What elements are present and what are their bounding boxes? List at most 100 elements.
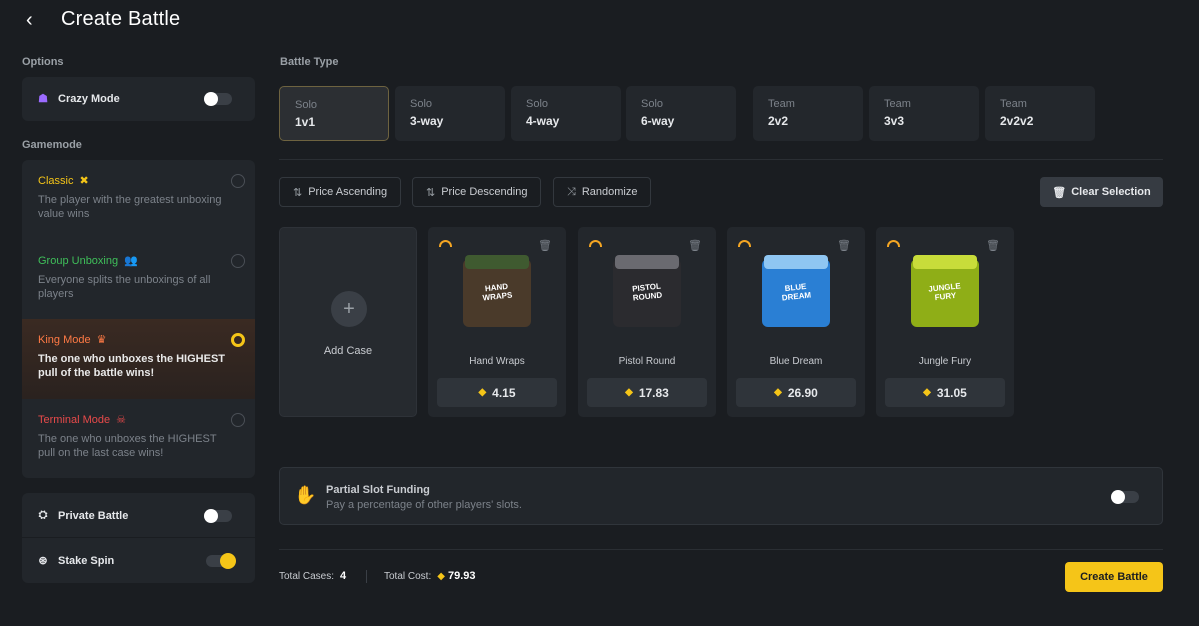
randomize-button[interactable]: ⤨ Randomize [553, 177, 652, 207]
users-icon: 👥 [124, 255, 138, 267]
extras-panel: ⛭ Private Battle ⊛ Stake Spin [22, 493, 255, 583]
gamemode-king-mode[interactable]: King Mode ♛ The one who unboxes the HIGHE… [22, 319, 255, 399]
funding-hand-icon: ✋ [294, 485, 317, 505]
radio-button[interactable] [231, 174, 245, 188]
gamemode-list: Classic ✖ The player with the greatest un… [22, 160, 255, 478]
battle-type-main: 2v2 [768, 114, 789, 128]
gamemode-group-unboxing[interactable]: Group Unboxing 👥 Everyone splits the unbo… [22, 240, 255, 319]
radio-button[interactable] [231, 333, 245, 347]
clear-selection-label: Clear Selection [1071, 186, 1151, 198]
add-case-label: Add Case [323, 345, 373, 357]
add-case-button[interactable]: + Add Case [279, 227, 417, 417]
risk-gauge-icon [738, 240, 751, 247]
total-cases: Total Cases: 4 [279, 570, 346, 582]
case-card[interactable]: 🗑 JUNGLE FURY Jungle Fury ◆ 31.05 [876, 227, 1014, 417]
battle-type-sub: Team [884, 98, 911, 110]
battle-type-team-2v2v2[interactable]: Team 2v2v2 [985, 86, 1095, 141]
case-image: JUNGLE FURY [911, 255, 979, 327]
gamemode-classic[interactable]: Classic ✖ The player with the greatest un… [22, 160, 255, 240]
crazy-mode-row: ☗ Crazy Mode [22, 77, 255, 121]
trash-icon[interactable]: 🗑 [986, 239, 1000, 252]
gem-icon: ◆ [437, 570, 445, 582]
case-card[interactable]: 🗑 HAND WRAPS Hand Wraps ◆ 4.15 [428, 227, 566, 417]
case-price: ◆ 31.05 [885, 378, 1005, 407]
radio-button[interactable] [231, 413, 245, 427]
gamemode-name: Group Unboxing [38, 254, 119, 267]
case-price: ◆ 26.90 [736, 378, 856, 407]
divider [279, 549, 1163, 550]
battle-type-solo-4way[interactable]: Solo 4-way [511, 86, 621, 141]
back-icon[interactable]: ‹ [26, 8, 46, 32]
gamemode-name: Classic [38, 174, 74, 187]
battle-type-sub: Team [1000, 98, 1027, 110]
partial-slot-toggle[interactable] [1111, 490, 1139, 504]
trash-icon: 🗑 [1052, 186, 1067, 199]
crazy-mode-toggle[interactable] [204, 92, 232, 106]
crazy-mode-icon: ☗ [38, 93, 48, 105]
plus-icon: + [331, 291, 367, 327]
price-descending-button[interactable]: ⇅ Price Descending [412, 177, 542, 207]
stake-spin-label: Stake Spin [58, 554, 115, 567]
case-image-label: HAND WRAPS [482, 281, 513, 303]
risk-gauge-icon [589, 240, 602, 247]
case-price-value: 17.83 [638, 385, 669, 400]
skull-icon: ☠ [116, 414, 127, 426]
battle-type-sub: Solo [641, 98, 664, 110]
trash-icon[interactable]: 🗑 [538, 239, 552, 252]
gamemode-desc: The one who unboxes the HIGHEST pull on … [38, 433, 217, 459]
price-ascending-button[interactable]: ⇅ Price Ascending [279, 177, 402, 207]
battle-type-main: 2v2v2 [1000, 114, 1034, 128]
case-price-value: 31.05 [936, 385, 967, 400]
partial-slot-desc: Pay a percentage of other players' slots… [326, 499, 522, 511]
crown-icon: ♛ [96, 334, 107, 346]
randomize-label: Randomize [581, 186, 638, 198]
case-image: PISTOL ROUND [613, 255, 681, 327]
case-card[interactable]: 🗑 BLUE DREAM Blue Dream ◆ 26.90 [727, 227, 865, 417]
create-battle-button[interactable]: Create Battle [1065, 562, 1163, 592]
battle-type-solo-6way[interactable]: Solo 6-way [626, 86, 736, 141]
total-cost: Total Cost: ◆ 79.93 [384, 570, 475, 582]
battle-type-label: Battle Type [280, 56, 339, 68]
battle-type-main: 3-way [410, 114, 444, 128]
private-battle-label: Private Battle [58, 509, 129, 522]
partial-slot-title: Partial Slot Funding [326, 484, 430, 496]
gamemode-name: Terminal Mode [38, 413, 111, 426]
shuffle-icon: ⤨ [567, 185, 576, 198]
price-ascending-label: Price Ascending [308, 186, 388, 198]
battle-type-team-3v3[interactable]: Team 3v3 [869, 86, 979, 141]
crazy-mode-label: Crazy Mode [58, 92, 120, 105]
crossed-swords-icon: ✖ [79, 175, 89, 187]
partial-slot-funding-panel: ✋ Partial Slot Funding Pay a percentage … [279, 467, 1163, 525]
case-price-value: 26.90 [787, 385, 818, 400]
trash-icon[interactable]: 🗑 [837, 239, 851, 252]
private-battle-toggle[interactable] [204, 509, 232, 523]
gamemode-terminal-mode[interactable]: Terminal Mode ☠ The one who unboxes the H… [22, 399, 255, 478]
clear-selection-button[interactable]: 🗑 Clear Selection [1040, 177, 1163, 207]
case-image-label: JUNGLE FURY [927, 281, 962, 303]
battle-type-sub: Solo [410, 98, 433, 110]
page-title: Create Battle [61, 8, 181, 30]
gem-icon: ◆ [774, 387, 782, 398]
battle-type-solo-1v1[interactable]: Solo 1v1 [279, 86, 389, 141]
stake-spin-toggle[interactable] [206, 553, 236, 569]
trash-icon[interactable]: 🗑 [688, 239, 702, 252]
divider [279, 159, 1163, 160]
case-image: BLUE DREAM [762, 255, 830, 327]
sort-ascending-icon: ⇅ [293, 186, 303, 199]
total-cost-value: 79.93 [447, 570, 476, 582]
battle-type-main: 1v1 [295, 115, 316, 129]
spin-icon: ⊛ [38, 555, 48, 567]
case-name: Hand Wraps [469, 356, 525, 367]
case-card[interactable]: 🗑 PISTOL ROUND Pistol Round ◆ 17.83 [578, 227, 716, 417]
price-descending-label: Price Descending [441, 186, 528, 198]
radio-button[interactable] [231, 254, 245, 268]
risk-gauge-icon [887, 240, 900, 247]
case-name: Blue Dream [769, 356, 823, 367]
battle-type-solo-3way[interactable]: Solo 3-way [395, 86, 505, 141]
gamemode-name: King Mode [38, 333, 91, 346]
battle-type-sub: Solo [295, 99, 318, 111]
gamemode-desc: The one who unboxes the HIGHEST pull of … [38, 353, 226, 379]
battle-type-team-2v2[interactable]: Team 2v2 [753, 86, 863, 141]
sort-descending-icon: ⇅ [426, 186, 436, 199]
case-image-label: PISTOL ROUND [631, 281, 663, 303]
